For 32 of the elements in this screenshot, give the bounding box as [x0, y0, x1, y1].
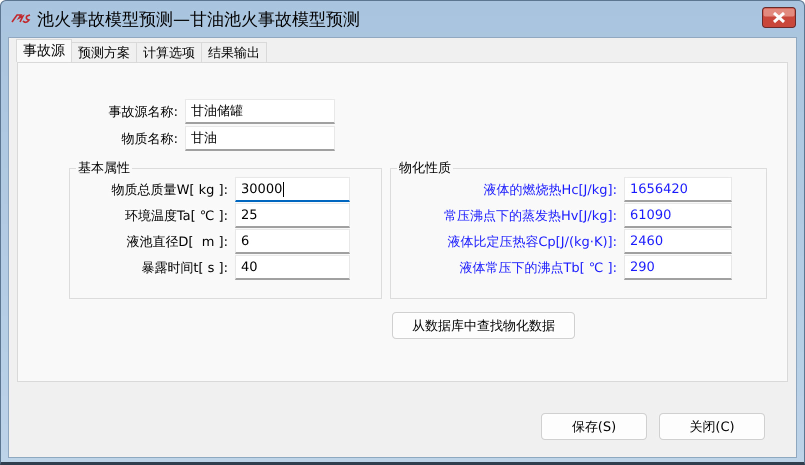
input-field[interactable]: 1656420: [624, 177, 732, 202]
input-field[interactable]: 6: [235, 229, 350, 254]
field-label: 事故源名称:: [108, 104, 178, 120]
close-icon[interactable]: [762, 7, 796, 28]
field-label: 暴露时间t[ s ]:: [140, 260, 228, 276]
tab[interactable]: 预测方案: [71, 42, 137, 62]
save-button[interactable]: 保存(S): [541, 413, 647, 440]
field-label: 环境温度Ta[ ℃ ]:: [124, 208, 228, 224]
group-title: 物化性质: [398, 160, 452, 177]
group-title: 基本属性: [77, 160, 131, 177]
window-title: 池火事故模型预测—甘油池火事故模型预测: [37, 8, 360, 30]
field-label: 液池直径D[ m ]:: [125, 234, 228, 250]
field-label: 常压沸点下的蒸发热Hv[J/kg]:: [443, 208, 617, 224]
input-field[interactable]: 61090: [624, 203, 732, 228]
input-field[interactable]: 30000: [235, 177, 350, 202]
lookup-button[interactable]: 从数据库中查找物化数据: [392, 312, 575, 339]
tab[interactable]: 结果输出: [201, 42, 267, 62]
field-label: 物质名称:: [120, 130, 178, 148]
close-button[interactable]: 关闭(C): [659, 413, 765, 440]
field-label: 液体比定压热容Cp[J/(kg·K)]:: [446, 234, 617, 250]
field-label: 液体的燃烧热Hc[J/kg]:: [482, 182, 617, 198]
input-field[interactable]: 甘油: [185, 126, 335, 151]
input-field[interactable]: 40: [235, 255, 350, 280]
input-field[interactable]: 25: [235, 203, 350, 228]
field-label: 液体常压下的沸点Tb[ ℃ ]:: [458, 260, 617, 276]
app-logo-icon: [11, 13, 31, 25]
field-label: 物质总质量W[ kg ]:: [110, 182, 228, 198]
input-field[interactable]: 甘油储罐: [185, 99, 335, 124]
input-field[interactable]: 2460: [624, 229, 732, 254]
input-field[interactable]: 290: [624, 255, 732, 280]
tab[interactable]: 事故源: [16, 39, 72, 62]
tab[interactable]: 计算选项: [136, 42, 202, 62]
